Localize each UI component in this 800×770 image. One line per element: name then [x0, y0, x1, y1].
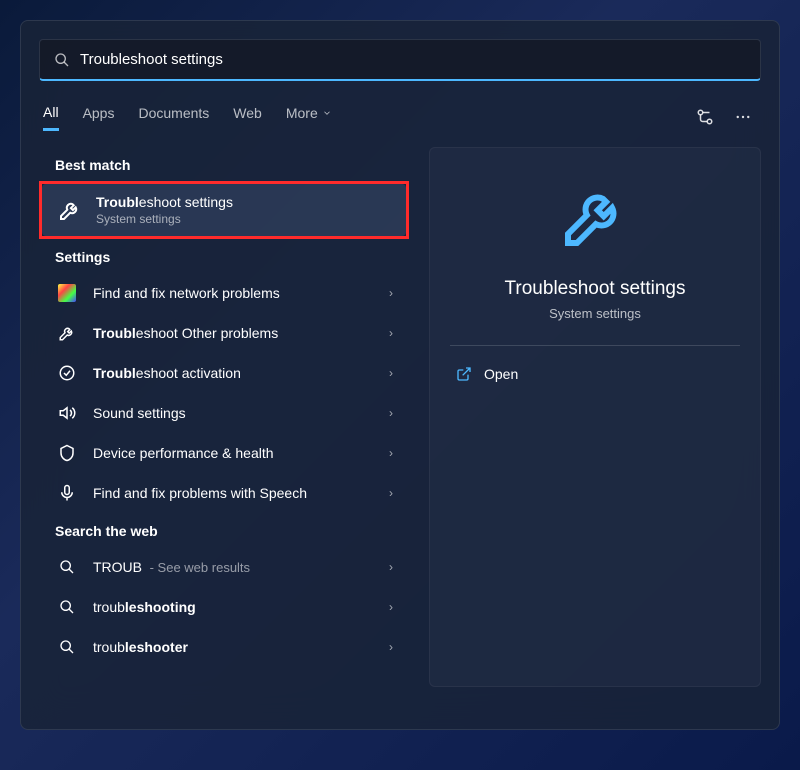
check-circle-icon: [55, 361, 79, 385]
result-label: TROUB - See web results: [93, 559, 381, 575]
result-label: Troubleshoot activation: [93, 365, 381, 381]
results-column: Best match Troubleshoot settings System …: [39, 147, 409, 687]
troubleshoot-color-icon: [55, 281, 79, 305]
shield-icon: [55, 441, 79, 465]
tab-documents[interactable]: Documents: [138, 104, 209, 131]
chevron-right-icon: ›: [389, 600, 393, 614]
result-label: Find and fix network problems: [93, 285, 381, 301]
tab-more-label: More: [286, 105, 318, 121]
divider: [450, 345, 740, 346]
wrench-icon: [55, 321, 79, 345]
result-web-troub[interactable]: TROUB - See web results ›: [39, 547, 409, 587]
tab-more[interactable]: More: [286, 104, 332, 131]
ellipsis-icon[interactable]: [729, 103, 757, 131]
result-sound-settings[interactable]: Sound settings ›: [39, 393, 409, 433]
search-icon: [55, 635, 79, 659]
connector-icon[interactable]: [691, 103, 719, 131]
result-network-problems[interactable]: Find and fix network problems ›: [39, 273, 409, 313]
preview-subtitle: System settings: [549, 306, 641, 321]
section-web: Search the web: [55, 523, 409, 539]
result-troubleshoot-activation[interactable]: Troubleshoot activation ›: [39, 353, 409, 393]
result-title: Troubleshoot settings: [96, 194, 390, 210]
preview-pane: Troubleshoot settings System settings Op…: [429, 147, 761, 687]
open-icon: [456, 366, 472, 382]
result-web-troubleshooting[interactable]: troubleshooting ›: [39, 587, 409, 627]
wrench-icon: [58, 198, 82, 222]
search-icon: [55, 595, 79, 619]
tab-apps[interactable]: Apps: [83, 104, 115, 131]
chevron-right-icon: ›: [389, 406, 393, 420]
tab-all[interactable]: All: [43, 104, 59, 131]
tab-web[interactable]: Web: [233, 104, 262, 131]
result-device-health[interactable]: Device performance & health ›: [39, 433, 409, 473]
result-web-troubleshooter[interactable]: troubleshooter ›: [39, 627, 409, 667]
result-best-match[interactable]: Troubleshoot settings System settings: [42, 184, 406, 236]
result-label: Device performance & health: [93, 445, 381, 461]
result-subtitle: System settings: [96, 212, 390, 226]
chevron-right-icon: ›: [389, 560, 393, 574]
tabs-row: All Apps Documents Web More: [39, 103, 761, 131]
chevron-right-icon: ›: [389, 486, 393, 500]
search-icon: [55, 555, 79, 579]
section-settings: Settings: [55, 249, 409, 265]
preview-title: Troubleshoot settings: [505, 278, 686, 300]
chevron-right-icon: ›: [389, 326, 393, 340]
result-speech-problems[interactable]: Find and fix problems with Speech ›: [39, 473, 409, 513]
search-input[interactable]: [80, 51, 746, 68]
result-label: troubleshooting: [93, 599, 381, 615]
open-button[interactable]: Open: [450, 354, 740, 394]
result-troubleshoot-other[interactable]: Troubleshoot Other problems ›: [39, 313, 409, 353]
search-icon: [54, 52, 70, 68]
annotation-highlight: Troubleshoot settings System settings: [39, 181, 409, 239]
chevron-right-icon: ›: [389, 446, 393, 460]
sound-icon: [55, 401, 79, 425]
result-label: Troubleshoot Other problems: [93, 325, 381, 341]
chevron-right-icon: ›: [389, 366, 393, 380]
search-panel: All Apps Documents Web More Best match: [20, 20, 780, 730]
microphone-icon: [55, 481, 79, 505]
result-label: Sound settings: [93, 405, 381, 421]
open-label: Open: [484, 366, 518, 382]
chevron-right-icon: ›: [389, 286, 393, 300]
chevron-right-icon: ›: [389, 640, 393, 654]
section-best-match: Best match: [55, 157, 409, 173]
chevron-down-icon: [322, 108, 332, 118]
result-label: troubleshooter: [93, 639, 381, 655]
wrench-icon: [559, 180, 631, 252]
result-label: Find and fix problems with Speech: [93, 485, 381, 501]
search-box[interactable]: [39, 39, 761, 81]
